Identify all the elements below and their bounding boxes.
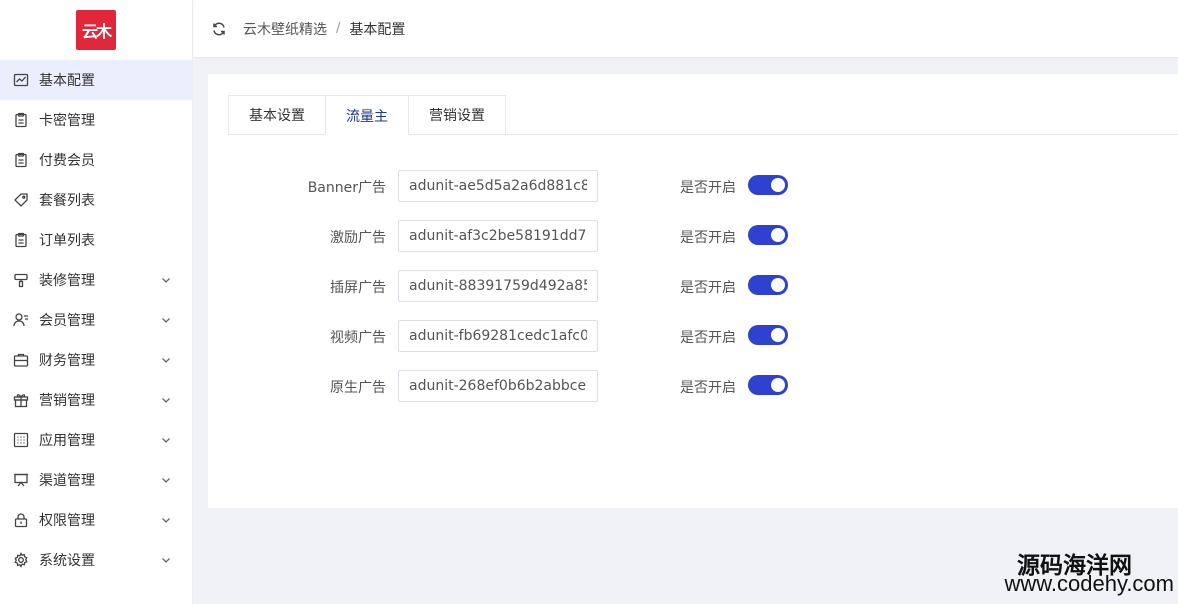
sidebar-item-label: 应用管理 (39, 433, 95, 449)
sidebar-item-label: 权限管理 (39, 513, 95, 529)
enable-switch[interactable] (748, 275, 788, 295)
enable-switch-label: 是否开启 (680, 180, 736, 196)
sidebar-item-7[interactable]: 财务管理 (0, 340, 192, 380)
chevron-down-icon (160, 354, 172, 366)
switch-knob (771, 178, 785, 192)
app-logo[interactable]: 云木 (76, 10, 116, 50)
chevron-down-icon (160, 554, 172, 566)
chevron-down-icon (160, 434, 172, 446)
ad-setting-row: 视频广告 是否开启 (208, 320, 1178, 352)
switch-knob (771, 328, 785, 342)
ad-setting-label: 原生广告 (330, 380, 386, 396)
chevron-down-icon (160, 394, 172, 406)
sidebar-item-2[interactable]: 付费会员 (0, 140, 192, 180)
ad-setting-label: Banner广告 (307, 180, 386, 196)
user-icon (12, 311, 30, 329)
ad-setting-label: 插屏广告 (330, 280, 386, 296)
sidebar-item-label: 订单列表 (39, 233, 95, 249)
sidebar-item-label: 基本配置 (39, 73, 95, 89)
gear-icon (12, 551, 30, 569)
sidebar: 云木 基本配置卡密管理付费会员套餐列表订单列表装修管理会员管理财务管理营销管理应… (0, 0, 193, 604)
sidebar-item-12[interactable]: 系统设置 (0, 540, 192, 580)
sidebar-item-label: 财务管理 (39, 353, 95, 369)
ad-unit-id-input[interactable] (398, 270, 598, 302)
enable-switch[interactable] (748, 375, 788, 395)
sidebar-item-label: 套餐列表 (39, 193, 95, 209)
sidebar-item-label: 装修管理 (39, 273, 95, 289)
switch-knob (771, 378, 785, 392)
breadcrumb-item-home[interactable]: 云木壁纸精选 (243, 19, 327, 39)
refresh-icon[interactable] (211, 21, 227, 37)
tab-traffic-owner[interactable]: 流量主 (325, 95, 409, 135)
gift-icon (12, 391, 30, 409)
sidebar-item-3[interactable]: 套餐列表 (0, 180, 192, 220)
ad-unit-id-input[interactable] (398, 220, 598, 252)
header-bar: 云木壁纸精选 / 基本配置 (193, 0, 1178, 57)
presentation-icon (12, 471, 30, 489)
switch-knob (771, 278, 785, 292)
sidebar-item-0[interactable]: 基本配置 (0, 60, 192, 100)
ad-unit-id-input[interactable] (398, 370, 598, 402)
lock-icon (12, 511, 30, 529)
enable-switch[interactable] (748, 225, 788, 245)
breadcrumb-separator: / (336, 21, 341, 36)
ad-setting-row: Banner广告 是否开启 (208, 170, 1178, 202)
sidebar-item-label: 会员管理 (39, 313, 95, 329)
breadcrumb: 云木壁纸精选 / 基本配置 (243, 19, 405, 39)
sidebar-item-label: 付费会员 (39, 153, 95, 169)
ad-unit-id-input[interactable] (398, 170, 598, 202)
tag-icon (12, 191, 30, 209)
enable-switch-label: 是否开启 (680, 380, 736, 396)
ad-setting-label: 激励广告 (330, 230, 386, 246)
sidebar-item-label: 系统设置 (39, 553, 95, 569)
sidebar-item-1[interactable]: 卡密管理 (0, 100, 192, 140)
chevron-down-icon (160, 314, 172, 326)
sidebar-item-8[interactable]: 营销管理 (0, 380, 192, 420)
enable-switch-label: 是否开启 (680, 230, 736, 246)
wallet-icon (12, 351, 30, 369)
sidebar-item-label: 营销管理 (39, 393, 95, 409)
watermark-url: www.codehy.com (1004, 571, 1174, 596)
chevron-down-icon (160, 474, 172, 486)
enable-switch-label: 是否开启 (680, 280, 736, 296)
sidebar-item-11[interactable]: 权限管理 (0, 500, 192, 540)
ad-setting-row: 激励广告 是否开启 (208, 220, 1178, 252)
ad-setting-row: 原生广告 是否开启 (208, 370, 1178, 402)
switch-knob (771, 228, 785, 242)
sidebar-item-label: 渠道管理 (39, 473, 95, 489)
sidebar-menu: 基本配置卡密管理付费会员套餐列表订单列表装修管理会员管理财务管理营销管理应用管理… (0, 60, 192, 580)
sidebar-item-9[interactable]: 应用管理 (0, 420, 192, 460)
enable-switch[interactable] (748, 175, 788, 195)
ad-setting-label: 视频广告 (330, 330, 386, 346)
sidebar-item-4[interactable]: 订单列表 (0, 220, 192, 260)
settings-tabs: 基本设置 流量主 营销设置 (228, 95, 1178, 135)
settings-card: 基本设置 流量主 营销设置 Banner广告是否开启激励广告是否开启插屏广告是否… (208, 74, 1178, 508)
clipboard-icon (12, 111, 30, 129)
logo-area: 云木 (0, 0, 192, 60)
grid-icon (12, 431, 30, 449)
clipboard-icon (12, 151, 30, 169)
sidebar-item-label: 卡密管理 (39, 113, 95, 129)
ad-setting-row: 插屏广告 是否开启 (208, 270, 1178, 302)
enable-switch[interactable] (748, 325, 788, 345)
breadcrumb-item-current: 基本配置 (349, 21, 406, 38)
chart-icon (12, 71, 30, 89)
chevron-down-icon (160, 514, 172, 526)
clipboard-icon (12, 231, 30, 249)
enable-switch-label: 是否开启 (680, 330, 736, 346)
sidebar-item-5[interactable]: 装修管理 (0, 260, 192, 300)
tab-basic-settings[interactable]: 基本设置 (228, 95, 326, 134)
chevron-down-icon (160, 274, 172, 286)
brush-icon (12, 271, 30, 289)
sidebar-item-10[interactable]: 渠道管理 (0, 460, 192, 500)
tab-marketing-settings[interactable]: 营销设置 (408, 95, 506, 134)
sidebar-item-6[interactable]: 会员管理 (0, 300, 192, 340)
ad-unit-id-input[interactable] (398, 320, 598, 352)
